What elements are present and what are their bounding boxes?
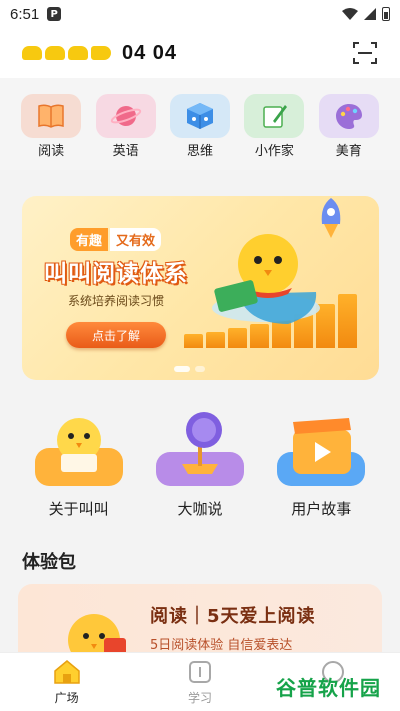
banner-headline: 叫叫阅读体系 xyxy=(44,261,188,287)
nav-label: 学习 xyxy=(187,691,212,705)
palette-icon xyxy=(335,104,362,129)
promo-banner[interactable]: 有趣 又有效 叫叫阅读体系 系统培养阅读习惯 点击了解 xyxy=(22,196,379,380)
category-thinking[interactable]: 思维 xyxy=(168,94,232,170)
scan-button[interactable] xyxy=(352,40,378,66)
logo-shape xyxy=(22,46,42,60)
category-row: 阅读 英语 思维 小作家 美育 xyxy=(0,78,400,170)
category-young-writer[interactable]: 小作家 xyxy=(242,94,306,170)
book-icon xyxy=(38,104,64,128)
dice-icon xyxy=(186,103,213,129)
decorative-bar xyxy=(338,294,357,348)
feature-art xyxy=(273,408,369,488)
category-art[interactable]: 美育 xyxy=(317,94,381,170)
home-icon xyxy=(53,660,80,684)
notification-badge-icon: P xyxy=(47,7,62,21)
study-icon xyxy=(188,661,211,683)
feature-label: 用户故事 xyxy=(291,500,352,518)
category-tile xyxy=(318,94,379,138)
banner-tags: 有趣 又有效 xyxy=(70,228,162,251)
feature-user-stories[interactable]: 用户故事 xyxy=(266,408,376,520)
banner-cta-button[interactable]: 点击了解 xyxy=(66,322,166,348)
video-clapper-icon xyxy=(277,418,366,486)
feature-about[interactable]: 关于叫叫 xyxy=(24,408,134,520)
nav-study[interactable]: 学习 xyxy=(133,653,266,711)
nav-label: 广场 xyxy=(54,691,79,705)
signal-icon xyxy=(364,8,376,20)
feature-experts[interactable]: 大咖说 xyxy=(145,408,255,520)
planet-icon xyxy=(110,106,141,126)
feature-art xyxy=(31,408,127,488)
category-tile xyxy=(169,94,230,138)
category-label: 美育 xyxy=(335,144,362,159)
category-tile xyxy=(21,94,82,138)
status-bar: 6:51 P xyxy=(0,0,400,28)
banner-tag: 又有效 xyxy=(110,228,162,251)
section-title: 体验包 xyxy=(22,552,76,573)
pager-dot xyxy=(195,366,205,372)
app-header: 04 04 xyxy=(0,28,400,78)
banner-subtitle: 系统培养阅读习惯 xyxy=(68,294,165,308)
app-logo: 04 04 xyxy=(22,42,177,65)
category-label: 英语 xyxy=(112,144,139,159)
logo-shape xyxy=(68,46,88,60)
status-icons xyxy=(342,7,390,21)
category-reading[interactable]: 阅读 xyxy=(19,94,83,170)
logo-shape xyxy=(91,46,111,60)
feature-label: 关于叫叫 xyxy=(48,500,109,518)
experience-card-title: 阅读｜5天爱上阅读 xyxy=(150,606,316,627)
scan-icon xyxy=(353,42,377,64)
rocket-icon xyxy=(321,198,341,238)
category-tile xyxy=(244,94,305,138)
category-label: 小作家 xyxy=(254,144,294,159)
category-label: 阅读 xyxy=(38,144,65,159)
category-tile xyxy=(95,94,156,138)
wifi-icon xyxy=(342,8,358,20)
feature-label: 大咖说 xyxy=(177,500,223,518)
battery-icon xyxy=(382,7,390,21)
decorative-bar xyxy=(184,334,203,348)
status-time: 6:51 xyxy=(10,5,40,23)
banner-pager xyxy=(174,366,205,372)
pager-dot-active xyxy=(174,366,190,372)
feature-row: 关于叫叫 大咖说 用户故事 xyxy=(0,408,400,520)
watermark-logo: 谷普软件园 xyxy=(276,676,381,700)
category-label: 思维 xyxy=(186,144,213,159)
category-english[interactable]: 英语 xyxy=(94,94,158,170)
mascot-icon xyxy=(34,418,123,486)
feature-art xyxy=(152,408,248,488)
banner-tag: 有趣 xyxy=(70,228,109,251)
logo-shape xyxy=(45,46,65,60)
microphone-icon xyxy=(155,412,244,486)
notebook-icon xyxy=(263,105,288,128)
nav-plaza[interactable]: 广场 xyxy=(0,653,133,711)
logo-text: 04 04 xyxy=(122,41,178,64)
experience-card-subtitle: 5日阅读体验 自信爱表达 xyxy=(150,638,293,653)
